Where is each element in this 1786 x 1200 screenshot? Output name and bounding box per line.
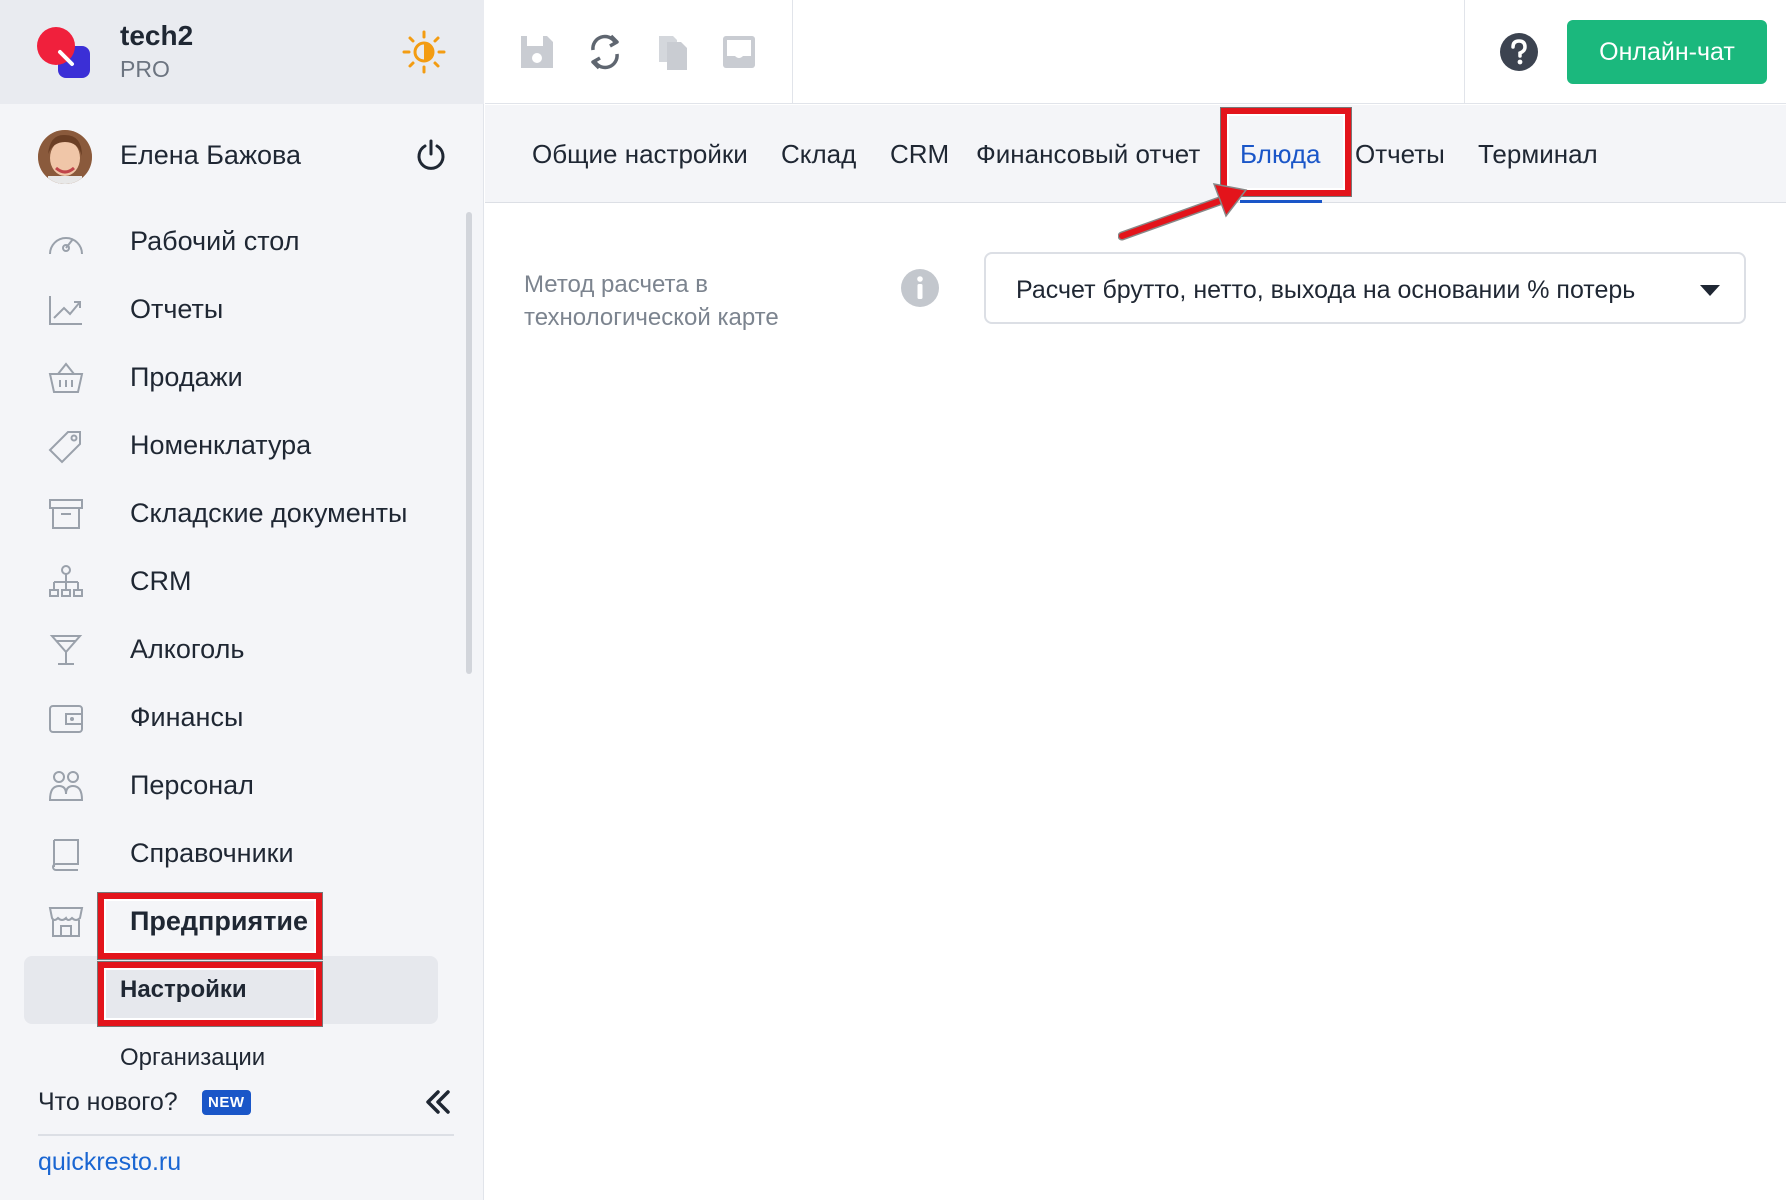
brand-plan: PRO bbox=[120, 56, 170, 82]
sidebar-item-label: Справочники bbox=[130, 838, 294, 868]
sidebar-item-label: Предприятие bbox=[130, 906, 309, 936]
sidebar: tech2 PRO Елена Бажова Рабочий стол Отче… bbox=[0, 0, 484, 1200]
new-badge: NEW bbox=[202, 1090, 251, 1115]
tab-finance-report[interactable]: Финансовый отчет bbox=[976, 139, 1200, 170]
sidebar-item-label: Финансы bbox=[130, 702, 244, 732]
sidebar-item-label: Рабочий стол bbox=[130, 226, 300, 256]
chevron-down-icon bbox=[1700, 285, 1720, 296]
calc-method-label: Метод расчета в технологической карте bbox=[524, 271, 779, 331]
collapse-sidebar-icon[interactable] bbox=[420, 1084, 456, 1120]
user-row: Елена Бажова bbox=[0, 120, 484, 192]
sidebar-item-enterprise[interactable]: Предприятие bbox=[0, 888, 466, 956]
copy-icon[interactable] bbox=[653, 30, 693, 74]
toolbar: Онлайн-чат bbox=[485, 0, 1786, 104]
sidebar-item-reports[interactable]: Отчеты bbox=[0, 276, 466, 344]
sidebar-subitem-organizations[interactable]: Организации bbox=[0, 1024, 466, 1092]
app-logo-icon bbox=[37, 27, 90, 78]
sidebar-item-label: Алкоголь bbox=[130, 634, 245, 664]
sidebar-item-label: Персонал bbox=[130, 770, 254, 800]
book-icon bbox=[52, 839, 79, 871]
toolbar-separator bbox=[792, 0, 793, 104]
cocktail-icon bbox=[49, 635, 83, 665]
help-icon[interactable] bbox=[1499, 32, 1539, 72]
avatar[interactable] bbox=[38, 130, 92, 184]
online-chat-button[interactable]: Онлайн-чат bbox=[1567, 20, 1767, 84]
inbox-icon[interactable] bbox=[719, 30, 759, 74]
info-icon[interactable] bbox=[900, 268, 940, 308]
chart-icon bbox=[49, 296, 82, 325]
sidebar-item-dashboard[interactable]: Рабочий стол bbox=[0, 208, 466, 276]
sidebar-item-label: Складские документы bbox=[130, 498, 408, 528]
sidebar-item-nomenclature[interactable]: Номенклатура bbox=[0, 412, 466, 480]
sidebar-item-label: Продажи bbox=[130, 362, 243, 392]
tab-crm[interactable]: CRM bbox=[890, 139, 949, 170]
people-icon bbox=[48, 771, 84, 801]
active-tab-indicator bbox=[1240, 200, 1322, 203]
user-name: Елена Бажова bbox=[120, 140, 302, 170]
sidebar-scrollbar[interactable] bbox=[466, 212, 472, 1072]
sidebar-item-directories[interactable]: Справочники bbox=[0, 820, 466, 888]
sidebar-item-label: Отчеты bbox=[130, 294, 224, 324]
speedometer-icon bbox=[49, 237, 83, 255]
settings-tabs: Общие настройки Склад CRM Финансовый отч… bbox=[485, 105, 1786, 203]
calc-method-select[interactable]: Расчет брутто, нетто, выхода на основани… bbox=[984, 252, 1746, 324]
archive-icon bbox=[49, 499, 83, 529]
power-icon[interactable] bbox=[414, 138, 448, 172]
sidebar-nav: Рабочий стол Отчеты Продажи Номенклатура… bbox=[0, 208, 466, 1092]
wallet-icon bbox=[49, 705, 83, 733]
refresh-icon[interactable] bbox=[585, 30, 625, 74]
whats-new-row: Что нового? NEW bbox=[38, 1084, 458, 1124]
toolbar-separator bbox=[1464, 0, 1465, 104]
calc-method-value: Расчет брутто, нетто, выхода на основани… bbox=[1016, 276, 1636, 304]
save-icon[interactable] bbox=[517, 30, 557, 74]
hierarchy-icon bbox=[49, 565, 83, 597]
tab-reports[interactable]: Отчеты bbox=[1355, 139, 1445, 170]
brand-name: tech2 bbox=[120, 20, 194, 51]
sidebar-item-warehouse-docs[interactable]: Складские документы bbox=[0, 480, 466, 548]
site-link[interactable]: quickresto.ru bbox=[38, 1148, 181, 1177]
sun-icon[interactable] bbox=[402, 30, 446, 74]
sidebar-subitem-settings[interactable]: Настройки bbox=[24, 956, 438, 1024]
tab-terminal[interactable]: Терминал bbox=[1478, 139, 1598, 170]
tab-warehouse[interactable]: Склад bbox=[781, 139, 856, 170]
sidebar-divider bbox=[38, 1134, 454, 1136]
sidebar-subitem-label: Организации bbox=[120, 1044, 266, 1071]
sidebar-item-label: Номенклатура bbox=[130, 430, 312, 460]
basket-icon bbox=[48, 362, 84, 393]
sidebar-item-sales[interactable]: Продажи bbox=[0, 344, 466, 412]
sidebar-item-crm[interactable]: CRM bbox=[0, 548, 466, 616]
scrollbar-thumb[interactable] bbox=[466, 212, 472, 674]
sidebar-item-alcohol[interactable]: Алкоголь bbox=[0, 616, 466, 684]
sidebar-item-label: CRM bbox=[130, 566, 192, 596]
sidebar-item-staff[interactable]: Персонал bbox=[0, 752, 466, 820]
tag-icon bbox=[48, 431, 81, 464]
sidebar-item-finance[interactable]: Финансы bbox=[0, 684, 466, 752]
tab-dishes[interactable]: Блюда bbox=[1240, 139, 1321, 170]
store-icon bbox=[48, 907, 84, 937]
sidebar-subitem-label: Настройки bbox=[120, 976, 247, 1003]
brand-header: tech2 PRO bbox=[0, 0, 484, 104]
whats-new-link[interactable]: Что нового? bbox=[38, 1088, 178, 1117]
tab-general[interactable]: Общие настройки bbox=[532, 139, 748, 170]
